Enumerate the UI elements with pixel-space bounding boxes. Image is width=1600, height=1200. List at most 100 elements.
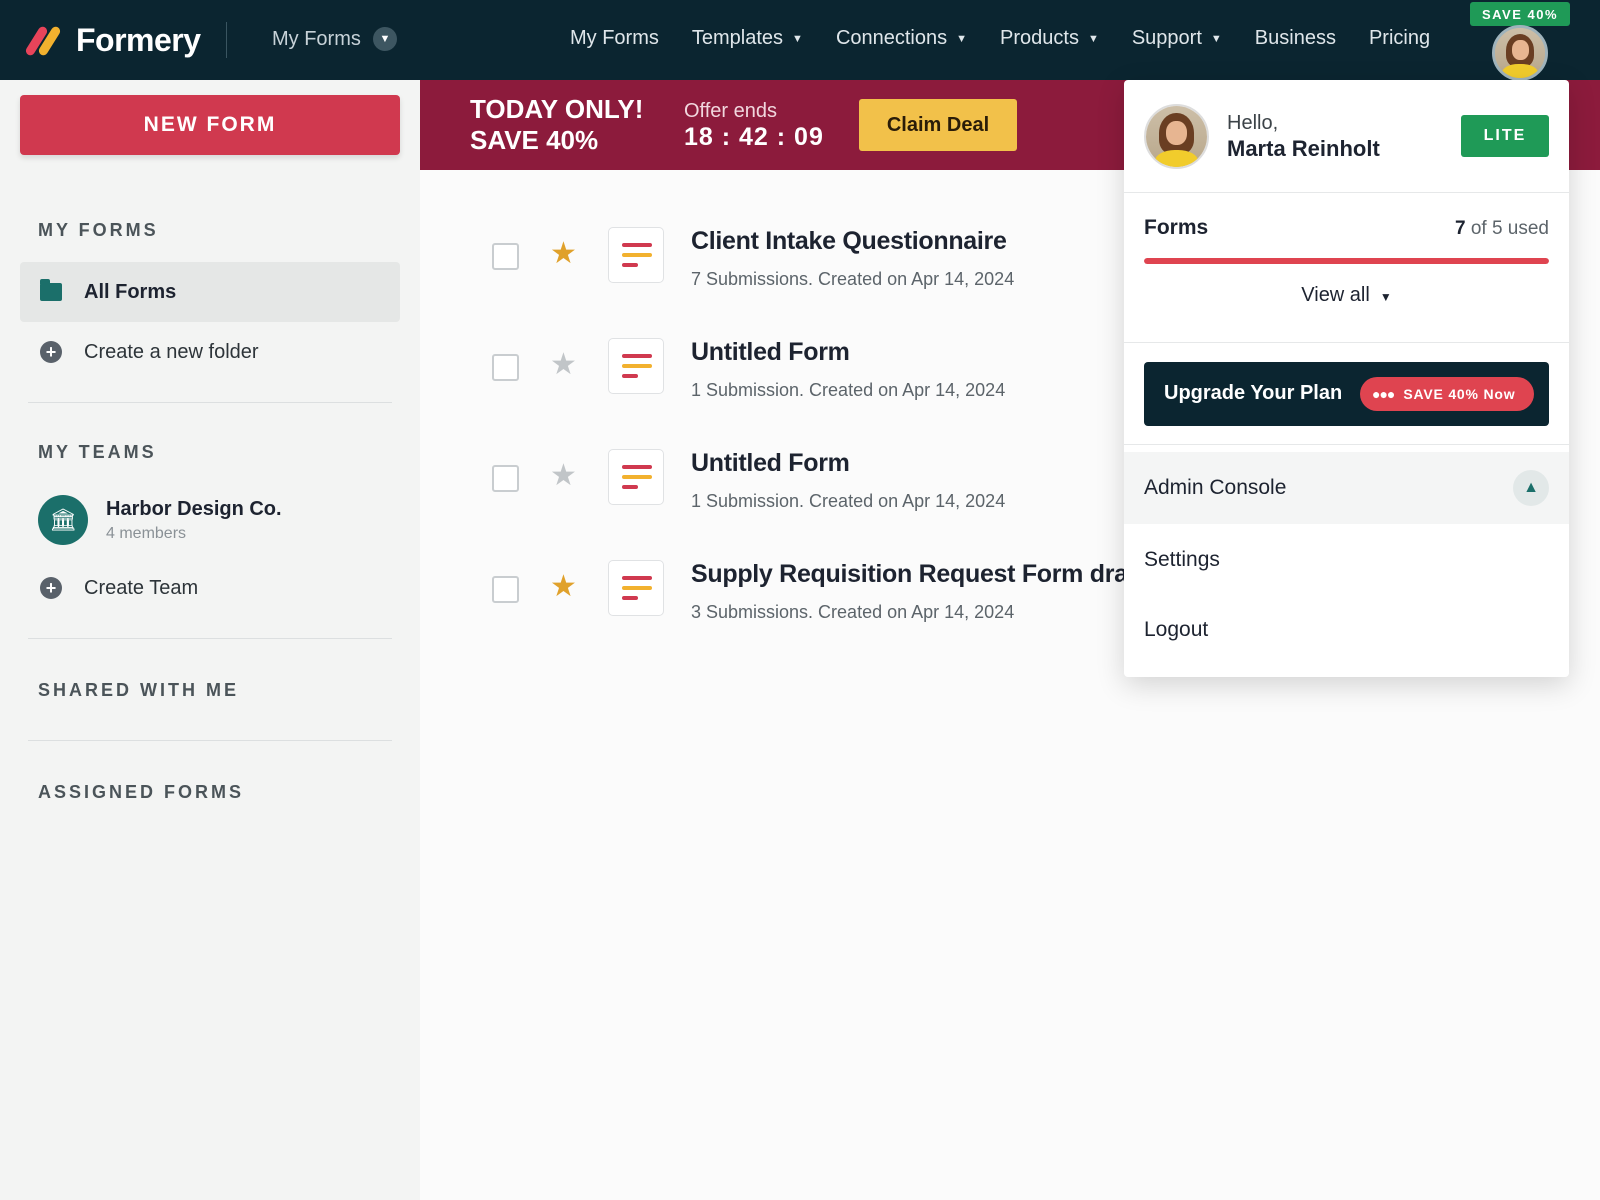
form-title[interactable]: Client Intake Questionnaire — [691, 227, 1007, 256]
form-icon — [608, 338, 664, 394]
star-icon[interactable]: ★ — [550, 350, 577, 380]
promo-title: TODAY ONLY! SAVE 40% — [470, 94, 643, 156]
rocket-icon: ▲ — [1513, 470, 1549, 506]
plus-circle-icon: + — [40, 577, 62, 599]
offer-ends-label: Offer ends — [684, 100, 778, 122]
save-now-pill: ●●● SAVE 40% Now — [1360, 377, 1534, 411]
save-badge: SAVE 40% — [1470, 2, 1570, 26]
workspace-switcher[interactable]: My Forms ▼ — [272, 27, 397, 51]
form-title[interactable]: Supply Requisition Request Form draft — [691, 560, 1144, 589]
shared-with-me-section[interactable]: SHARED WITH ME — [38, 680, 239, 701]
nav-link-label: Support — [1131, 27, 1202, 49]
create-folder-label: Create a new folder — [84, 340, 259, 363]
form-row[interactable]: ★ Supply Requisition Request Form draft 3 … — [492, 560, 1144, 650]
form-title[interactable]: Untitled Form — [691, 449, 850, 478]
dots-icon: ●●● — [1372, 386, 1395, 402]
menu-item-settings[interactable]: Settings — [1124, 524, 1569, 596]
form-meta: 7 Submissions. Created on Apr 14, 2024 — [691, 269, 1015, 289]
chevron-down-icon: ▼ — [1210, 32, 1222, 45]
form-select-checkbox[interactable] — [492, 576, 519, 603]
logo-text: Formery — [76, 22, 201, 58]
claim-deal-button[interactable]: Claim Deal — [859, 99, 1017, 151]
nav-link-products[interactable]: Products ▼ — [1000, 27, 1099, 50]
nav-link-label: Business — [1254, 27, 1336, 49]
usage-progress-bar — [1144, 258, 1549, 264]
team-name: Harbor Design Co. — [106, 497, 282, 520]
form-select-checkbox[interactable] — [492, 354, 519, 381]
plan-badge: LITE — [1461, 115, 1549, 157]
form-meta: 1 Submission. Created on Apr 14, 2024 — [691, 491, 1006, 511]
divider — [1124, 444, 1569, 445]
usage-count: 7 of 5 used — [1455, 218, 1549, 240]
new-form-button[interactable]: NEW FORM — [20, 95, 400, 155]
folder-icon — [40, 279, 62, 301]
usage-progress-fill — [1144, 258, 1549, 264]
star-icon[interactable]: ★ — [550, 461, 577, 491]
form-meta: 1 Submission. Created on Apr 14, 2024 — [691, 380, 1006, 400]
view-all-label: View all — [1301, 284, 1370, 306]
nav-link-pricing[interactable]: Pricing — [1369, 27, 1430, 50]
main-nav-links: My Forms Templates ▼ Connections ▼ Products ▼ S… — [570, 27, 1430, 50]
menu-item-label: Logout — [1144, 618, 1209, 641]
divider — [28, 638, 392, 639]
form-title[interactable]: Untitled Form — [691, 338, 850, 367]
top-navigation: Formery My Forms ▼ My Forms Templates ▼ Con… — [0, 0, 1600, 81]
chevron-down-icon: ▼ — [956, 32, 968, 45]
user-avatar-button[interactable] — [1492, 25, 1548, 81]
create-folder-button[interactable]: + Create a new folder — [20, 322, 400, 382]
workspace-switcher-label: My Forms — [272, 27, 361, 50]
nav-link-label: Templates — [691, 27, 784, 49]
form-select-checkbox[interactable] — [492, 243, 519, 270]
save-now-label: SAVE 40% Now — [1403, 386, 1516, 402]
assigned-forms-section[interactable]: ASSIGNED FORMS — [38, 782, 244, 803]
form-icon — [608, 560, 664, 616]
form-icon — [608, 227, 664, 283]
sidebar-item-all-forms[interactable]: All Forms — [20, 262, 400, 322]
divider — [28, 740, 392, 741]
countdown-timer: 18 : 42 : 09 — [684, 123, 824, 151]
divider — [28, 402, 392, 403]
promo-title-line1: TODAY ONLY! — [470, 94, 644, 124]
account-dropdown: Hello, Marta Reinholt LITE Forms 7 of 5 … — [1124, 80, 1569, 677]
form-row[interactable]: ★ Untitled Form 1 Submission. Created on A… — [492, 338, 1132, 428]
menu-item-label: Settings — [1144, 548, 1220, 571]
nav-link-support[interactable]: Support ▼ — [1132, 27, 1222, 50]
chevron-down-icon: ▼ — [1087, 32, 1099, 45]
usage-text: of 5 used — [1470, 218, 1549, 239]
nav-link-label: My Forms — [570, 27, 659, 49]
nav-link-my-forms[interactable]: My Forms — [570, 27, 659, 50]
chevron-down-icon: ▼ — [372, 27, 397, 51]
building-icon: 🏛 — [38, 495, 88, 545]
menu-item-logout[interactable]: Logout — [1124, 594, 1569, 666]
divider — [1124, 342, 1569, 343]
logo[interactable]: Formery — [24, 22, 201, 59]
sidebar-item-label: All Forms — [84, 280, 177, 303]
chevron-down-icon: ▼ — [1379, 290, 1392, 304]
nav-link-label: Pricing — [1368, 27, 1431, 49]
nav-link-connections[interactable]: Connections ▼ — [836, 27, 967, 50]
star-icon[interactable]: ★ — [550, 572, 577, 602]
logo-mark-icon — [24, 23, 62, 59]
nav-link-business[interactable]: Business — [1255, 27, 1336, 50]
nav-divider — [226, 22, 227, 58]
create-team-button[interactable]: + Create Team — [20, 558, 400, 618]
create-team-label: Create Team — [84, 576, 199, 599]
team-item[interactable]: 🏛 Harbor Design Co. 4 members — [38, 495, 282, 545]
divider — [1124, 192, 1569, 193]
form-row[interactable]: ★ Untitled Form 1 Submission. Created on A… — [492, 449, 1132, 539]
promo-title-line2: SAVE 40% — [470, 125, 599, 155]
form-select-checkbox[interactable] — [492, 465, 519, 492]
nav-link-templates[interactable]: Templates ▼ — [692, 27, 803, 50]
form-row[interactable]: ★ Client Intake Questionnaire 7 Submission… — [492, 227, 1132, 317]
sidebar: NEW FORM MY FORMS All Forms + Create a n… — [0, 80, 420, 1200]
usage-used: 7 — [1454, 218, 1466, 239]
view-all-button[interactable]: View all ▼ — [1124, 284, 1569, 307]
form-icon — [608, 449, 664, 505]
avatar — [1144, 104, 1209, 169]
nav-link-label: Connections — [835, 27, 948, 49]
upgrade-plan-button[interactable]: Upgrade Your Plan ●●● SAVE 40% Now — [1144, 362, 1549, 426]
menu-item-admin-console[interactable]: Admin Console ▲ — [1124, 452, 1569, 524]
star-icon[interactable]: ★ — [550, 239, 577, 269]
team-members: 4 members — [106, 524, 187, 542]
avatar-image — [1495, 28, 1545, 78]
